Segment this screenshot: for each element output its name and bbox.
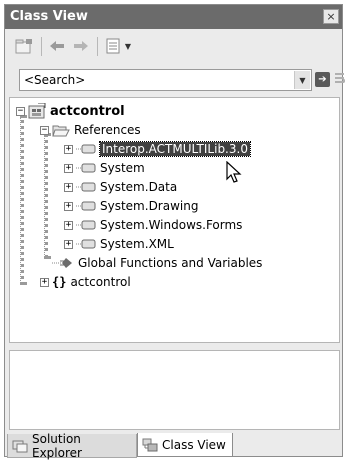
- go-icon[interactable]: ➔: [315, 72, 330, 87]
- assembly-icon: [76, 163, 96, 173]
- namespace-label: actcontrol: [70, 275, 131, 289]
- chevron-down-icon[interactable]: ▼: [123, 37, 133, 55]
- assembly-icon: [76, 220, 96, 230]
- search-combobox[interactable]: <Search> ▼: [19, 69, 312, 91]
- references-label: References: [74, 123, 141, 137]
- global-functions-icon: [52, 257, 74, 269]
- toolbar-separator: [41, 37, 42, 56]
- folder-open-icon: [52, 124, 70, 137]
- reference-label: System.XML: [100, 237, 174, 251]
- tree-node-reference[interactable]: + System.Data: [64, 178, 177, 196]
- back-arrow-icon[interactable]: [47, 37, 67, 55]
- search-input[interactable]: <Search>: [24, 73, 85, 87]
- assembly-icon: [76, 144, 96, 154]
- settings-icon[interactable]: [104, 37, 122, 55]
- reference-label: System: [100, 161, 145, 175]
- close-button[interactable]: ×: [323, 9, 339, 24]
- assembly-icon: [76, 182, 96, 192]
- tree-line: [20, 115, 24, 285]
- chevron-down-icon[interactable]: ▼: [294, 71, 310, 89]
- mouse-cursor-icon: [226, 160, 242, 188]
- tab-class-view[interactable]: Class View: [137, 433, 233, 457]
- assembly-icon: [76, 201, 96, 211]
- tree-node-namespace[interactable]: + {} actcontrol: [40, 273, 131, 291]
- namespace-icon: {}: [52, 275, 67, 289]
- tree-node-references[interactable]: − References: [40, 121, 141, 139]
- project-label: actcontrol: [50, 103, 125, 119]
- tab-strip: Solution Explorer Class View: [5, 431, 342, 460]
- reference-label: Interop.ACTMULTILib.3.0: [99, 141, 251, 157]
- class-view-window: Class View × ▼ <Search> ▼ ➔ − actcontrol…: [4, 4, 345, 460]
- expand-icon[interactable]: +: [64, 220, 73, 230]
- tab-solution-explorer[interactable]: Solution Explorer: [7, 431, 137, 460]
- tab-label: Solution Explorer: [32, 431, 82, 460]
- reference-label: System.Windows.Forms: [100, 218, 243, 232]
- new-folder-icon[interactable]: [14, 37, 34, 55]
- tab-label: Class View: [162, 437, 226, 452]
- title-bar[interactable]: Class View ×: [5, 5, 342, 29]
- expand-icon[interactable]: +: [64, 201, 73, 211]
- collapse-icon[interactable]: −: [16, 106, 25, 116]
- tree-node-reference[interactable]: + System.XML: [64, 235, 174, 253]
- tree-node-reference[interactable]: + System: [64, 159, 145, 177]
- tree-line: [44, 133, 48, 259]
- collapse-icon[interactable]: −: [40, 125, 49, 135]
- toolbar: ▼: [5, 30, 342, 62]
- tree-node-global[interactable]: Global Functions and Variables: [38, 254, 262, 272]
- tree-node-reference[interactable]: + Interop.ACTMULTILib.3.0: [64, 140, 251, 158]
- tree-node-reference[interactable]: + System.Windows.Forms: [64, 216, 242, 234]
- toolbar-separator: [97, 37, 98, 56]
- assembly-icon: [76, 239, 96, 249]
- expand-icon[interactable]: +: [64, 144, 73, 154]
- tree-node-reference[interactable]: + System.Drawing: [64, 197, 198, 215]
- solution-explorer-icon: [12, 439, 28, 453]
- tree-node-root[interactable]: − actcontrol: [16, 102, 125, 120]
- global-functions-label: Global Functions and Variables: [78, 256, 263, 270]
- expand-icon[interactable]: +: [40, 277, 49, 287]
- forward-arrow-icon[interactable]: [71, 37, 91, 55]
- expand-icon[interactable]: +: [64, 239, 73, 249]
- project-icon: [28, 103, 46, 119]
- window-title: Class View: [10, 9, 88, 24]
- reference-label: System.Data: [100, 180, 178, 194]
- class-view-icon: [142, 438, 158, 452]
- description-pane: [9, 350, 340, 430]
- reference-label: System.Drawing: [100, 199, 199, 213]
- expand-icon[interactable]: +: [64, 163, 73, 173]
- expand-icon[interactable]: +: [64, 182, 73, 192]
- class-tree[interactable]: − actcontrol − References + Interop.ACTM…: [9, 97, 340, 343]
- filter-icon[interactable]: [334, 71, 345, 87]
